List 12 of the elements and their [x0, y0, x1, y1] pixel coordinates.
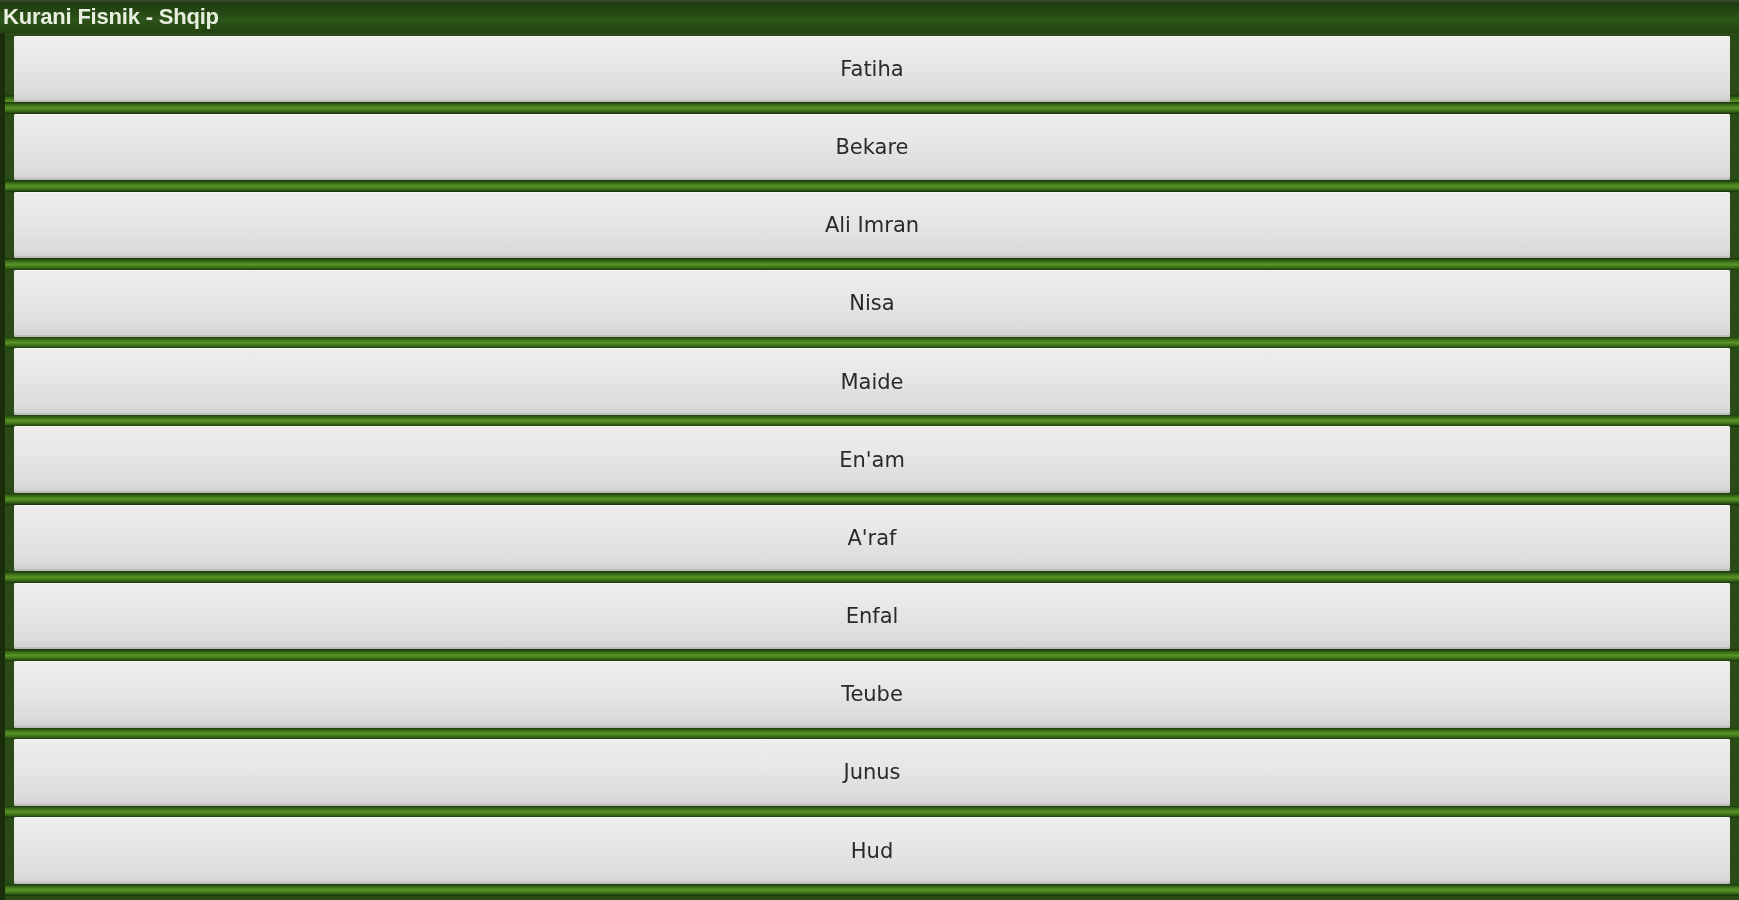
surah-button[interactable]: Maide	[14, 348, 1730, 415]
surah-button[interactable]: Enfal	[14, 582, 1730, 650]
surah-button[interactable]: Ali Imran	[14, 191, 1730, 259]
surah-button[interactable]: Nisa	[14, 270, 1730, 337]
surah-button[interactable]: Hud	[14, 817, 1730, 884]
surah-button[interactable]: Fatiha	[14, 35, 1730, 102]
surah-button[interactable]: A'raf	[14, 504, 1730, 572]
surah-button[interactable]: En'am	[14, 426, 1730, 493]
surah-button[interactable]: Bekare	[14, 113, 1730, 181]
surah-button[interactable]: Teube	[14, 661, 1730, 728]
window-title: Kurani Fisnik - Shqip	[3, 3, 219, 30]
surah-button[interactable]: Junus	[14, 739, 1730, 806]
